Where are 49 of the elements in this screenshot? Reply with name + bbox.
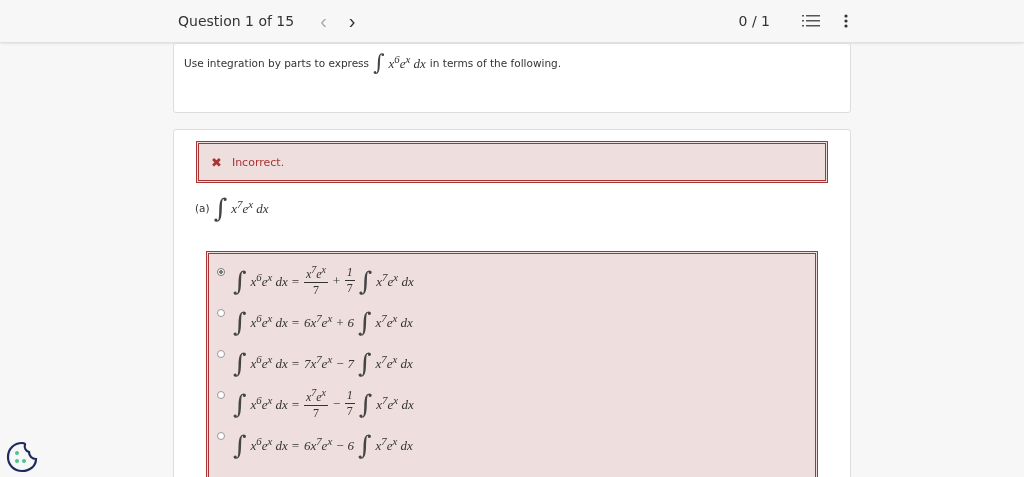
- cookie-icon[interactable]: [5, 440, 39, 474]
- score: 0 / 1: [738, 13, 770, 29]
- fraction: 1 7: [344, 388, 355, 419]
- integral-sign: ∫: [233, 431, 247, 458]
- integral-sign: ∫: [357, 308, 372, 335]
- math-expression: x$^{7}$e$^{x}$ dx: [376, 270, 414, 291]
- math-expression: x$^{6}$e$^{x}$ dx =: [250, 270, 300, 291]
- fraction: x$^{7}$e$^{x}$ 7: [303, 386, 328, 421]
- integral-sign: ∫: [233, 349, 247, 376]
- list-icon[interactable]: [802, 14, 820, 28]
- integral-sign: ∫: [357, 349, 372, 376]
- integral-sign: ∫: [233, 390, 247, 417]
- fraction: 1 7: [344, 265, 355, 296]
- math-expression: x$^{6}$e$^{x}$ dx =: [250, 311, 300, 332]
- math-expression: x$^{7}$e$^{x}$ dx: [375, 352, 413, 373]
- math-expression: +: [332, 272, 341, 289]
- math-expression: −: [332, 395, 341, 412]
- math-expression: x$^{6}$e$^{x}$ dx =: [250, 393, 300, 414]
- integral-sign: ∫: [213, 195, 228, 221]
- question-counter: Question 1 of 15: [178, 13, 295, 29]
- math-expression: x$^{6}$e$^{x}$ dx: [388, 53, 426, 73]
- integral-sign: ∫: [358, 267, 373, 294]
- integral-sign: ∫: [373, 52, 385, 74]
- math-expression: x$^{6}$e$^{x}$ dx =: [250, 352, 300, 373]
- math-expression: x$^{7}$e$^{x}$ dx: [375, 311, 413, 332]
- feedback-text: Incorrect.: [231, 155, 285, 169]
- math-expression: x$^{7}$e$^{x}$ dx: [376, 393, 414, 414]
- radio-button[interactable]: [217, 309, 225, 317]
- integral-sign: ∫: [233, 267, 247, 294]
- next-button[interactable]: ›: [344, 11, 360, 31]
- more-icon[interactable]: [844, 14, 848, 28]
- question-text: in terms of the following.: [429, 57, 562, 69]
- math-expression: x$^{6}$e$^{x}$ dx =: [250, 434, 300, 455]
- math-expression: x$^{7}$e$^{x}$ dx: [375, 434, 413, 455]
- integral-sign: ∫: [357, 431, 372, 458]
- math-expression: 6x$^{7}$e$^{x}$ + 6: [303, 311, 354, 332]
- math-expression: 7x$^{7}$e$^{x}$ − 7: [303, 352, 354, 373]
- fraction: x$^{7}$e$^{x}$ 7: [303, 263, 328, 298]
- cross-icon: ✖: [211, 154, 222, 170]
- math-expression: x$^{7}$e$^{x}$ dx: [231, 198, 269, 218]
- math-expression: 6x$^{7}$e$^{x}$ − 6: [303, 434, 354, 455]
- radio-button[interactable]: [217, 350, 225, 358]
- radio-button[interactable]: [217, 268, 225, 276]
- radio-button[interactable]: [217, 391, 225, 399]
- integral-sign: ∫: [358, 390, 373, 417]
- integral-sign: ∫: [233, 308, 247, 335]
- question-text: Use integration by parts to express: [184, 57, 370, 69]
- part-label: (a): [195, 202, 210, 214]
- radio-button[interactable]: [217, 432, 225, 440]
